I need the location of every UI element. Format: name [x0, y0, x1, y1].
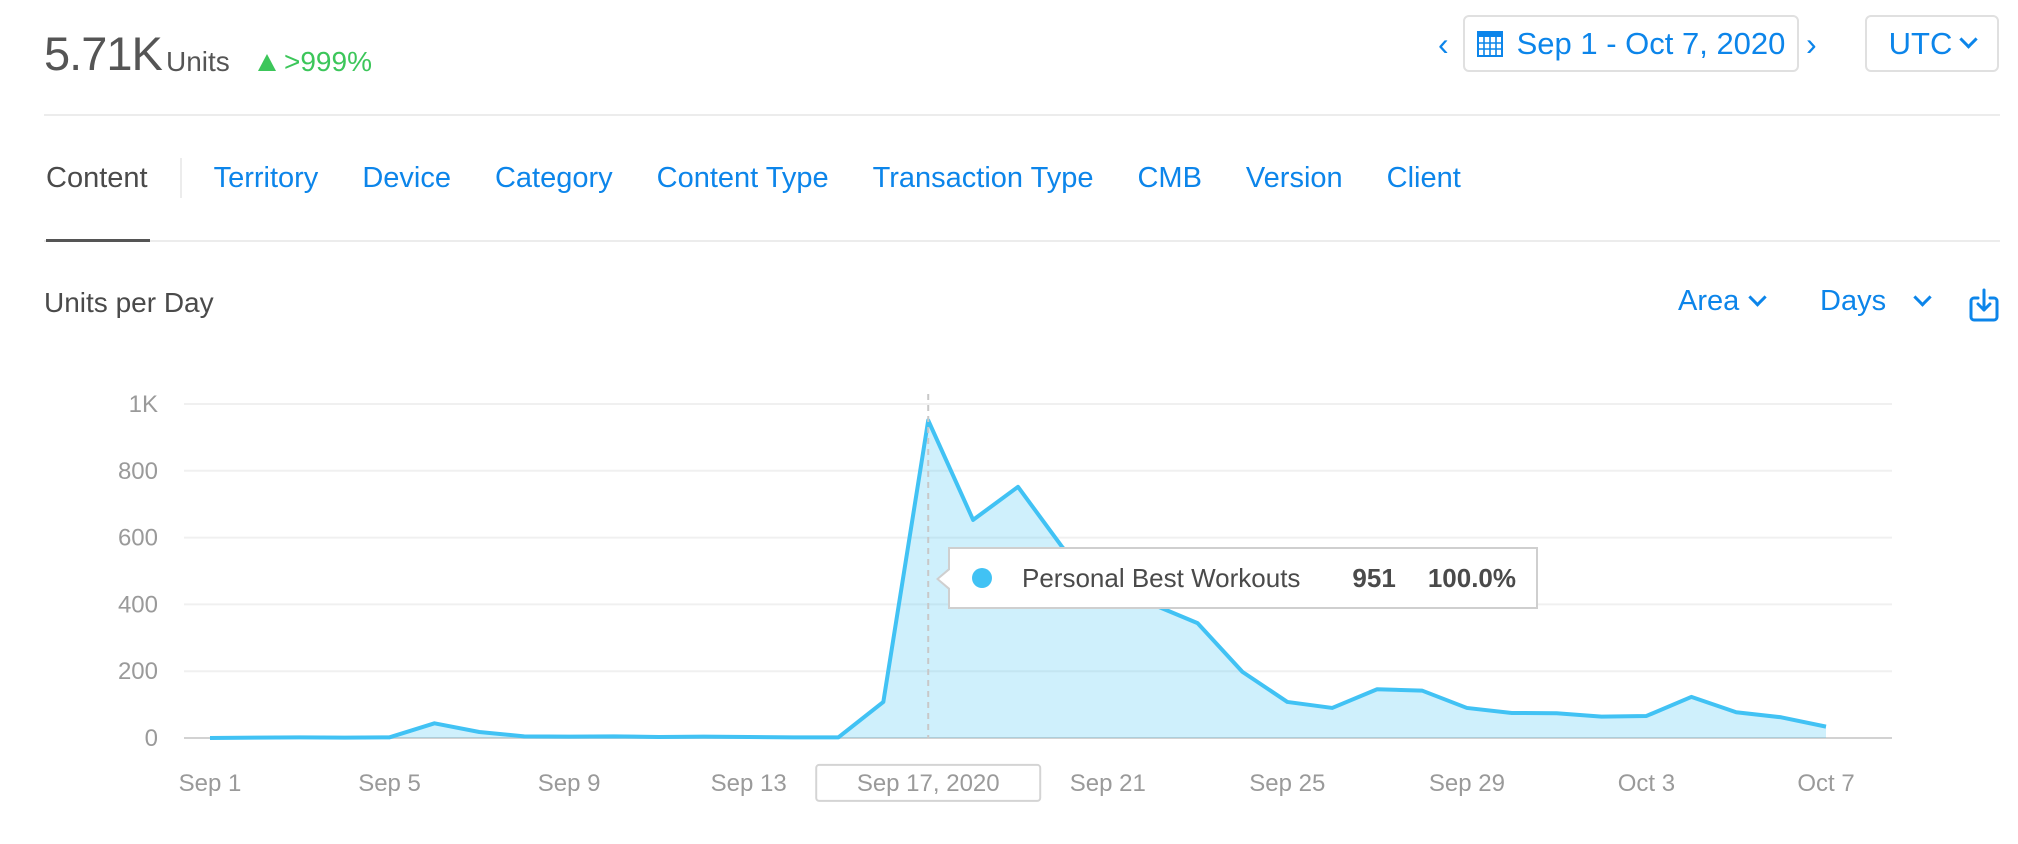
download-button[interactable] [1969, 288, 1999, 327]
x-tick-label: Sep 17, 2020 [857, 770, 1000, 797]
x-tick-label: Oct 3 [1618, 770, 1675, 797]
tab-content-type[interactable]: Content Type [657, 162, 829, 195]
date-range-label: Sep 1 - Oct 7, 2020 [1516, 25, 1786, 61]
chart-type-label: Area [1678, 285, 1740, 317]
change-value: >999% [284, 46, 372, 77]
tooltip-pointer-fill [939, 569, 951, 589]
tabs-divider [44, 240, 2000, 242]
tab-transaction-type[interactable]: Transaction Type [873, 162, 1094, 195]
dimension-tabs: Content Territory Device Category Conten… [46, 158, 1505, 198]
y-axis: 0 200 400 600 800 1K [118, 391, 158, 752]
tab-client[interactable]: Client [1387, 162, 1461, 195]
x-tick-label: Sep 1 [179, 770, 242, 797]
x-axis: Sep 1 Sep 5 Sep 9 Sep 13 Sep 17, 2020 Sep 21 S… [179, 763, 1855, 802]
chart-title: Units per Day [44, 287, 214, 318]
x-tick-label: Oct 7 [1797, 770, 1854, 797]
x-tick-label: Sep 5 [358, 770, 421, 797]
tab-cmb[interactable]: CMB [1137, 162, 1201, 195]
y-tick-label: 200 [118, 658, 158, 685]
interval-label: Days [1820, 285, 1887, 317]
chevron-left-icon: ‹ [1438, 26, 1449, 62]
timezone-dropdown[interactable]: UTC [1865, 15, 1999, 72]
chart-type-dropdown[interactable]: Area [1678, 285, 1767, 318]
tab-territory[interactable]: Territory [214, 162, 319, 195]
active-tab-indicator [46, 239, 150, 242]
x-tick-label: Sep 13 [711, 770, 787, 797]
interval-dropdown[interactable]: Days [1820, 285, 1932, 318]
header-divider [44, 114, 2000, 116]
up-triangle-icon [258, 53, 276, 71]
y-tick-label: 1K [129, 391, 158, 418]
series-color-dot [972, 568, 992, 588]
y-tick-label: 800 [118, 458, 158, 485]
tooltip-value: 951 [1352, 562, 1396, 593]
y-tick-label: 0 [145, 725, 158, 752]
change-badge: >999% [258, 46, 372, 78]
chevron-down-icon [1959, 30, 1979, 49]
previous-period-button[interactable]: ‹ [1438, 26, 1449, 62]
chevron-down-icon [1748, 288, 1767, 307]
next-period-button[interactable]: › [1806, 26, 1817, 62]
y-tick-label: 400 [118, 591, 158, 618]
chart-tooltip: Personal Best Workouts 951 100.0% [936, 547, 1538, 609]
x-tick-label: Sep 25 [1249, 770, 1325, 797]
tab-version[interactable]: Version [1246, 162, 1343, 195]
timezone-label: UTC [1888, 25, 1953, 61]
download-icon [1969, 288, 1999, 322]
total-units-value: 5.71K [44, 27, 163, 80]
tooltip-series-name: Personal Best Workouts [1022, 562, 1301, 593]
x-tick-label: Sep 9 [538, 770, 601, 797]
tab-content[interactable]: Content [46, 162, 148, 195]
chevron-down-icon [1913, 288, 1932, 307]
x-tick-label: Sep 21 [1070, 770, 1146, 797]
y-tick-label: 600 [118, 525, 158, 552]
tooltip-percent: 100.0% [1427, 562, 1516, 593]
tab-separator [179, 158, 182, 198]
calendar-icon [1476, 30, 1503, 57]
date-range-picker[interactable]: Sep 1 - Oct 7, 2020 [1463, 15, 1799, 72]
units-label: Units [166, 46, 230, 77]
tab-device[interactable]: Device [362, 162, 451, 195]
chevron-right-icon: › [1806, 26, 1817, 62]
x-tick-label: Sep 29 [1429, 770, 1505, 797]
tab-category[interactable]: Category [495, 162, 613, 195]
